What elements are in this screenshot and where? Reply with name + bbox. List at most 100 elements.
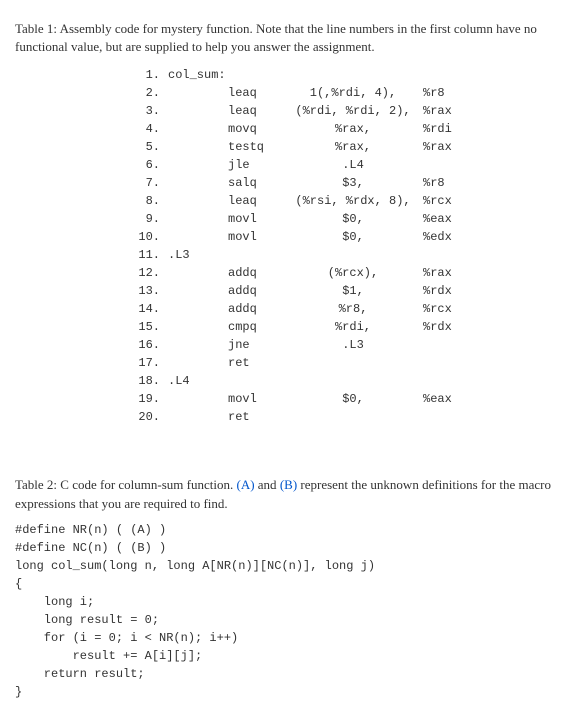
asm-label (168, 264, 228, 282)
asm-opcode: salq (228, 174, 283, 192)
table2-caption-mid: and (255, 477, 280, 492)
asm-opcode: ret (228, 408, 283, 426)
asm-arg2: %rcx (423, 192, 473, 210)
asm-label: .L4 (168, 372, 228, 390)
asm-row: 6. jle.L4 (125, 156, 571, 174)
asm-arg2 (423, 66, 473, 84)
asm-label (168, 390, 228, 408)
asm-label (168, 336, 228, 354)
asm-row: 17. ret (125, 354, 571, 372)
asm-arg1: (%rdi, %rdi, 2), (283, 102, 423, 120)
asm-row: 7. salq$3,%r8 (125, 174, 571, 192)
asm-arg2 (423, 354, 473, 372)
asm-arg2: %rdx (423, 318, 473, 336)
asm-arg1: $0, (283, 210, 423, 228)
asm-arg2: %rax (423, 264, 473, 282)
line-number: 20. (125, 408, 168, 426)
line-number: 15. (125, 318, 168, 336)
asm-label (168, 408, 228, 426)
asm-label (168, 210, 228, 228)
asm-row: 13. addq$1,%rdx (125, 282, 571, 300)
line-number: 10. (125, 228, 168, 246)
asm-opcode (228, 372, 283, 390)
line-number: 18. (125, 372, 168, 390)
line-number: 17. (125, 354, 168, 372)
asm-row: 4. movq%rax,%rdi (125, 120, 571, 138)
asm-row: 1.col_sum: (125, 66, 571, 84)
asm-arg1: $0, (283, 390, 423, 408)
line-number: 13. (125, 282, 168, 300)
asm-row: 16.jne.L3 (125, 336, 571, 354)
asm-arg2: %rdi (423, 120, 473, 138)
line-number: 1. (125, 66, 168, 84)
placeholder-B: (B) (280, 477, 297, 492)
asm-row: 18..L4 (125, 372, 571, 390)
asm-arg2: %eax (423, 390, 473, 408)
table1-caption: Table 1: Assembly code for mystery funct… (15, 20, 571, 56)
line-number: 2. (125, 84, 168, 102)
line-number: 8. (125, 192, 168, 210)
asm-arg2 (423, 372, 473, 390)
line-number: 19. (125, 390, 168, 408)
asm-opcode (228, 246, 283, 264)
asm-arg1: (%rcx), (283, 264, 423, 282)
asm-arg1: %r8, (283, 300, 423, 318)
asm-label: col_sum: (168, 66, 228, 84)
asm-arg1: %rax, (283, 120, 423, 138)
asm-arg2 (423, 408, 473, 426)
table2-caption-pre: Table 2: C code for column-sum function. (15, 477, 236, 492)
placeholder-A: (A) (236, 477, 254, 492)
asm-arg2: %rdx (423, 282, 473, 300)
asm-row: 11..L3 (125, 246, 571, 264)
asm-opcode: ret (228, 354, 283, 372)
asm-arg1: $3, (283, 174, 423, 192)
asm-arg1: $0, (283, 228, 423, 246)
asm-opcode: movq (228, 120, 283, 138)
asm-label (168, 318, 228, 336)
asm-opcode (228, 66, 283, 84)
asm-row: 8. leaq(%rsi, %rdx, 8),%rcx (125, 192, 571, 210)
asm-row: 14.addq%r8,%rcx (125, 300, 571, 318)
asm-opcode: jle (228, 156, 283, 174)
asm-row: 20. ret (125, 408, 571, 426)
asm-opcode: leaq (228, 192, 283, 210)
asm-label (168, 138, 228, 156)
asm-arg1: %rdi, (283, 318, 423, 336)
asm-arg1: $1, (283, 282, 423, 300)
asm-arg1 (283, 372, 423, 390)
asm-opcode: cmpq (228, 318, 283, 336)
asm-label (168, 228, 228, 246)
c-code-listing: #define NR(n) ( (A) ) #define NC(n) ( (B… (15, 521, 571, 701)
asm-opcode: addq (228, 282, 283, 300)
asm-row: 9.movl$0,%eax (125, 210, 571, 228)
asm-row: 5.testq%rax,%rax (125, 138, 571, 156)
asm-row: 19. movl$0,%eax (125, 390, 571, 408)
asm-opcode: leaq (228, 84, 283, 102)
line-number: 7. (125, 174, 168, 192)
asm-label: .L3 (168, 246, 228, 264)
asm-opcode: leaq (228, 102, 283, 120)
asm-arg2: %r8 (423, 174, 473, 192)
asm-label (168, 102, 228, 120)
line-number: 4. (125, 120, 168, 138)
asm-arg1: .L3 (283, 336, 423, 354)
asm-row: 10.movl$0,%edx (125, 228, 571, 246)
asm-label (168, 156, 228, 174)
asm-row: 12.addq(%rcx),%rax (125, 264, 571, 282)
asm-row: 2.leaq1(,%rdi, 4),%r8 (125, 84, 571, 102)
asm-arg2 (423, 336, 473, 354)
asm-row: 3.leaq(%rdi, %rdi, 2),%rax (125, 102, 571, 120)
asm-arg2: %r8 (423, 84, 473, 102)
asm-row: 15. cmpq%rdi,%rdx (125, 318, 571, 336)
asm-arg2: %edx (423, 228, 473, 246)
line-number: 6. (125, 156, 168, 174)
asm-opcode: movl (228, 390, 283, 408)
asm-opcode: testq (228, 138, 283, 156)
asm-arg1 (283, 246, 423, 264)
asm-arg2 (423, 156, 473, 174)
asm-opcode: jne (228, 336, 283, 354)
asm-arg1: .L4 (283, 156, 423, 174)
assembly-listing: 1.col_sum:2.leaq1(,%rdi, 4),%r83.leaq(%r… (125, 66, 571, 426)
asm-arg2: %rcx (423, 300, 473, 318)
asm-arg1: (%rsi, %rdx, 8), (283, 192, 423, 210)
